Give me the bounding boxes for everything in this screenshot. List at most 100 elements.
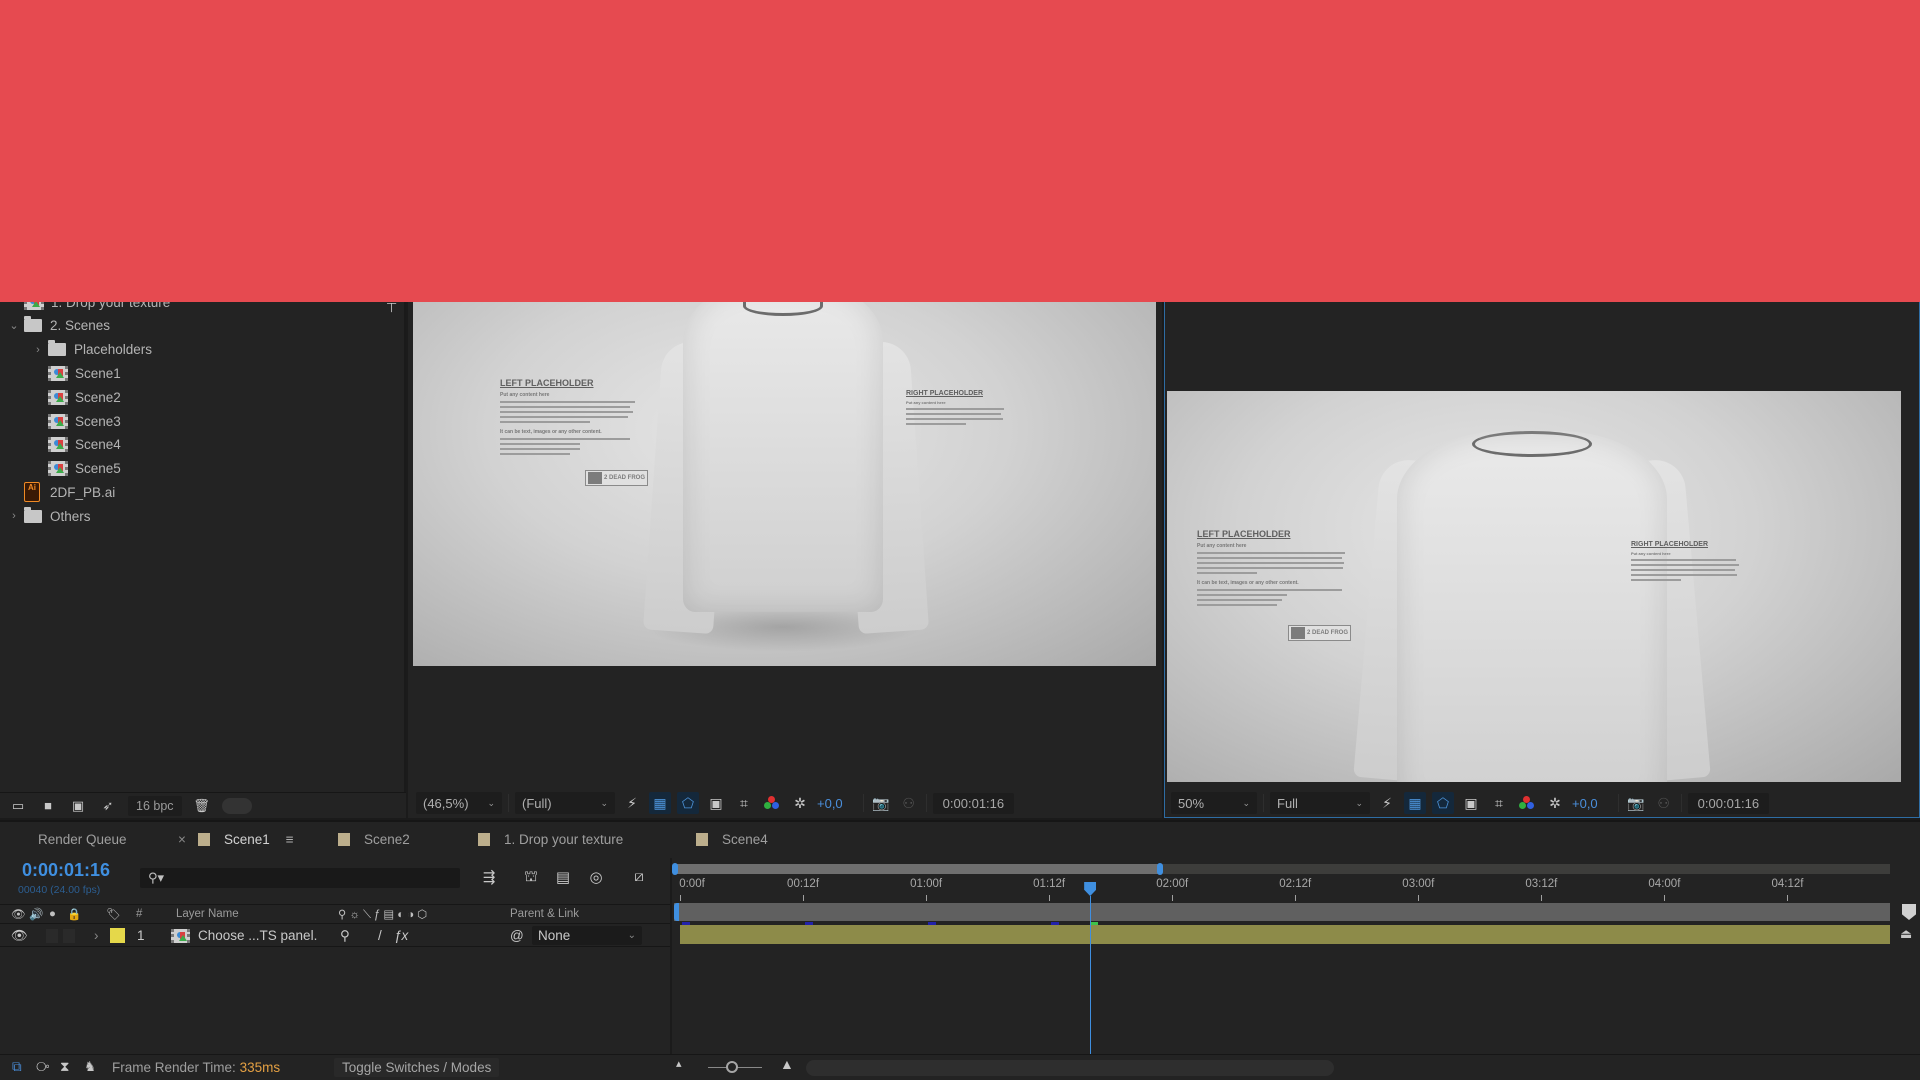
draft-3d-icon[interactable]: ⛫ xyxy=(520,868,542,888)
new-folder-icon[interactable]: ■ xyxy=(38,798,58,813)
mask-path-icon[interactable]: ⬠ xyxy=(1432,792,1454,814)
current-time-display[interactable]: 0:00:01:16 xyxy=(22,860,110,881)
time-navigator-range[interactable] xyxy=(674,864,1161,874)
tab-render-queue[interactable]: Render Queue xyxy=(38,832,127,847)
bit-depth-button[interactable]: 16 bpc xyxy=(128,795,182,816)
layer-transfer-icon[interactable]: ⧂ xyxy=(36,1059,50,1075)
viewer-current-time[interactable]: 0:00:01:16 xyxy=(1687,792,1770,814)
resolution-select[interactable]: (Full) ⌄ xyxy=(515,792,615,814)
mask-path-icon[interactable]: ⬠ xyxy=(677,792,699,814)
layer-bar-end-icon[interactable]: ⏏ xyxy=(1900,926,1912,942)
label-tag-icon[interactable]: 🏷 xyxy=(106,905,121,923)
magnification-select[interactable]: (46,5%) ⌄ xyxy=(416,792,502,814)
composition-icon xyxy=(48,413,68,429)
pick-whip-icon[interactable]: @ xyxy=(510,925,524,946)
toggle-switches-modes-button[interactable]: Toggle Switches / Modes xyxy=(334,1058,500,1077)
project-item[interactable]: Scene1 xyxy=(48,362,121,384)
layer-search-input[interactable]: ⚲▾ xyxy=(140,868,460,888)
zoom-in-icon[interactable]: ▲ xyxy=(780,1056,794,1072)
project-item[interactable]: ⌄ 2. Scenes xyxy=(9,315,110,337)
composition-mini-flowchart-icon[interactable]: ⇶ xyxy=(478,868,500,888)
project-item[interactable]: Scene5 xyxy=(48,458,121,480)
collapse-transform-switch-icon[interactable]: ⚲ xyxy=(340,925,350,946)
tab-drop-your-texture[interactable]: 1. Drop your texture xyxy=(478,832,623,847)
close-tab-icon[interactable]: × xyxy=(178,832,186,847)
composition-preview-image[interactable]: LEFT PLACEHOLDER Put any content here It… xyxy=(1167,391,1901,782)
quality-switch-icon[interactable]: / xyxy=(378,925,382,946)
chevron-down-icon[interactable]: ⌄ xyxy=(8,319,20,332)
layer-solo-switch[interactable] xyxy=(63,925,75,946)
layer-audio-switch[interactable] xyxy=(46,925,58,946)
new-composition-icon[interactable]: ▣ xyxy=(68,798,88,813)
lock-icon[interactable]: 🔒 xyxy=(67,905,81,923)
layer-name[interactable]: Choose ...TS panel. xyxy=(198,925,317,946)
render-settings-icon[interactable]: ⧉ xyxy=(12,1059,22,1075)
show-snapshot-icon[interactable]: ⚇ xyxy=(898,792,920,814)
region-of-interest-icon[interactable]: ▣ xyxy=(1460,792,1482,814)
navigator-start-handle[interactable] xyxy=(672,863,678,875)
work-area-bar[interactable] xyxy=(674,903,1890,921)
tab-scene2[interactable]: Scene2 xyxy=(338,832,410,847)
column-layer-name[interactable]: Layer Name xyxy=(176,905,239,923)
work-area-start-handle[interactable] xyxy=(674,903,679,921)
project-flowchart-icon[interactable]: ⊤ xyxy=(386,300,397,316)
frame-blending-icon[interactable]: ▤ xyxy=(552,868,574,888)
expand-chevron-icon[interactable]: › xyxy=(94,925,99,946)
chevron-right-icon[interactable]: › xyxy=(8,510,20,522)
panel-menu-icon[interactable]: ≡ xyxy=(286,832,294,847)
transparency-grid-icon[interactable]: ▦ xyxy=(1404,792,1426,814)
comp-end-marker[interactable] xyxy=(1902,904,1916,920)
effects-switch-icon[interactable]: ƒx xyxy=(394,925,408,946)
motion-blur-icon[interactable]: ◎ xyxy=(585,868,607,888)
tab-scene4[interactable]: Scene4 xyxy=(696,832,768,847)
video-toggle-icon[interactable]: 👁 xyxy=(11,905,26,923)
project-item[interactable]: Scene2 xyxy=(48,386,121,408)
current-time-indicator-head[interactable] xyxy=(1084,882,1097,896)
exposure-value[interactable]: +0,0 xyxy=(817,796,843,811)
region-of-interest-icon[interactable]: ▣ xyxy=(705,792,727,814)
snapshot-camera-icon[interactable]: 📷 xyxy=(1625,792,1647,814)
chevron-right-icon[interactable]: › xyxy=(32,344,44,356)
zoom-out-icon[interactable]: ▴ xyxy=(676,1057,682,1070)
layer-label-color[interactable] xyxy=(110,925,125,946)
in-out-panel-icon[interactable]: ⧗ xyxy=(60,1059,69,1075)
timeline-horizontal-scrollbar[interactable] xyxy=(806,1060,1334,1076)
layer-row[interactable]: 👁 › 1 Choose ...TS panel. ⚲ / ƒx @ None ⌄ xyxy=(0,925,670,947)
grid-guides-icon[interactable]: ⌗ xyxy=(1488,792,1510,814)
stretch-panel-icon[interactable]: ♞ xyxy=(84,1059,96,1075)
transparency-grid-icon[interactable]: ▦ xyxy=(649,792,671,814)
footer-toggle[interactable] xyxy=(221,797,252,814)
color-channels-icon[interactable] xyxy=(1516,792,1538,814)
project-item[interactable]: › Placeholders xyxy=(36,339,152,361)
reset-exposure-icon[interactable]: ✲ xyxy=(789,792,811,814)
render-icon[interactable]: ➶ xyxy=(98,798,118,813)
interpret-footage-icon[interactable]: ▭ xyxy=(8,798,28,813)
timeline-zoom-knob[interactable] xyxy=(726,1061,739,1073)
project-item[interactable]: Scene4 xyxy=(48,434,121,456)
fast-previews-icon[interactable]: ⚡ xyxy=(1376,792,1398,814)
solo-icon[interactable]: ● xyxy=(49,905,56,923)
grid-guides-icon[interactable]: ⌗ xyxy=(733,792,755,814)
show-snapshot-icon[interactable]: ⚇ xyxy=(1653,792,1675,814)
parent-select[interactable]: None ⌄ xyxy=(532,926,642,945)
tab-scene1[interactable]: Scene1 ≡ xyxy=(198,832,294,847)
resolution-select[interactable]: Full ⌄ xyxy=(1270,792,1370,814)
reset-exposure-icon[interactable]: ✲ xyxy=(1544,792,1566,814)
composition-preview-image[interactable]: LEFT PLACEHOLDER Put any content here It… xyxy=(413,302,1156,666)
graph-editor-icon[interactable]: ⧄ xyxy=(628,868,650,888)
exposure-value[interactable]: +0,0 xyxy=(1572,796,1598,811)
project-item[interactable]: › Others xyxy=(12,505,91,527)
viewer-current-time[interactable]: 0:00:01:16 xyxy=(932,792,1015,814)
project-item[interactable]: Ai 2DF_PB.ai xyxy=(24,481,115,503)
color-channels-icon[interactable] xyxy=(761,792,783,814)
time-navigator[interactable] xyxy=(672,863,1890,875)
fast-previews-icon[interactable]: ⚡ xyxy=(621,792,643,814)
magnification-select[interactable]: 50% ⌄ xyxy=(1171,792,1257,814)
audio-toggle-icon[interactable]: 🔊 xyxy=(29,905,43,923)
navigator-end-handle[interactable] xyxy=(1157,863,1164,875)
trash-icon[interactable]: 🗑 xyxy=(192,798,212,813)
layer-duration-bar[interactable] xyxy=(680,925,1890,944)
project-item[interactable]: Scene3 xyxy=(48,410,121,432)
snapshot-camera-icon[interactable]: 📷 xyxy=(870,792,892,814)
layer-visibility-eye-icon[interactable]: 👁 xyxy=(11,925,28,946)
